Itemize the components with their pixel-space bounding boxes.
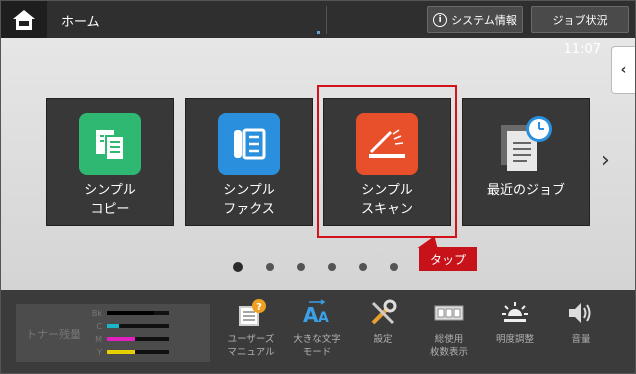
divider xyxy=(326,6,327,34)
page-dot[interactable] xyxy=(266,263,274,271)
scan-highlight-frame xyxy=(317,85,457,238)
volume-button[interactable]: 音量 xyxy=(551,296,611,370)
clock: 11:07 xyxy=(563,42,601,57)
total-count-button[interactable]: 総使用 枚数表示 xyxy=(419,296,479,370)
recent-jobs-icon-box xyxy=(495,113,557,175)
tap-callout: タップ xyxy=(419,247,477,271)
main-area: 11:07 ‹ シンプル コピー シンプル ファクス シンプル スキャン 最近の… xyxy=(1,38,635,290)
chevron-left-icon: ‹ xyxy=(620,62,627,78)
page-dot[interactable] xyxy=(233,262,243,272)
page-dot[interactable] xyxy=(390,263,398,271)
page-dot[interactable] xyxy=(297,263,305,271)
home-icon xyxy=(13,9,35,30)
page-indicator xyxy=(233,262,398,272)
page-title: ホーム xyxy=(61,15,100,30)
screen-frame: ホーム i システム情報 ジョブ状況 11:07 ‹ シンプル コピー シンプル… xyxy=(0,0,636,374)
info-icon: i xyxy=(433,12,448,27)
tile-simple-fax[interactable]: シンプル ファクス xyxy=(185,98,313,226)
page-dot[interactable] xyxy=(328,263,336,271)
volume-icon xyxy=(569,303,591,323)
toner-row-c: C xyxy=(86,321,169,331)
tile-recent-jobs[interactable]: 最近のジョブ xyxy=(462,98,590,226)
tile-label: 最近のジョブ xyxy=(486,183,565,198)
svg-text:A: A xyxy=(318,310,329,326)
settings-icon xyxy=(371,299,397,325)
user-manual-button[interactable]: ? ユーザーズ マニュアル xyxy=(221,296,281,370)
toner-row-bk: Bk xyxy=(86,308,169,318)
recent-jobs-icon xyxy=(501,116,552,171)
settings-button[interactable]: 設定 xyxy=(353,296,413,370)
fax-icon-box xyxy=(218,113,280,175)
svg-text:A: A xyxy=(303,303,319,327)
tile-label: シンプル ファクス xyxy=(223,183,275,217)
counter-icon xyxy=(434,305,464,321)
system-info-label: システム情報 xyxy=(451,13,517,27)
svg-text:?: ? xyxy=(256,302,262,313)
toner-row-m: M xyxy=(86,334,169,344)
chevron-right-icon[interactable]: › xyxy=(601,148,610,173)
top-bar: ホーム i システム情報 ジョブ状況 xyxy=(1,1,635,38)
large-text-icon: A A xyxy=(303,299,329,327)
toner-panel[interactable]: トナー残量 Bk C M Y xyxy=(16,304,210,362)
brightness-icon xyxy=(502,302,528,322)
indicator-dot xyxy=(317,31,320,34)
page-dot[interactable] xyxy=(359,263,367,271)
brightness-button[interactable]: 明度調整 xyxy=(485,296,545,370)
user-manual-icon: ? xyxy=(239,299,266,326)
bottom-bar: トナー残量 Bk C M Y ? ユーザーズ マニュアル A A 大きな文字 モ… xyxy=(1,290,635,373)
side-panel-toggle[interactable]: ‹ xyxy=(611,46,635,94)
job-status-label: ジョブ状況 xyxy=(552,13,608,27)
home-button[interactable] xyxy=(1,1,47,38)
toner-row-y: Y xyxy=(86,347,169,357)
large-text-mode-button[interactable]: A A 大きな文字 モード xyxy=(287,296,347,370)
fax-icon xyxy=(234,128,266,160)
toner-label: トナー残量 xyxy=(26,328,81,341)
tile-simple-copy[interactable]: シンプル コピー xyxy=(46,98,174,226)
job-status-button[interactable]: ジョブ状況 xyxy=(531,6,629,33)
copy-icon xyxy=(96,130,125,161)
tile-label: シンプル コピー xyxy=(84,183,136,217)
copy-icon-box xyxy=(79,113,141,175)
system-info-button[interactable]: i システム情報 xyxy=(427,6,523,33)
